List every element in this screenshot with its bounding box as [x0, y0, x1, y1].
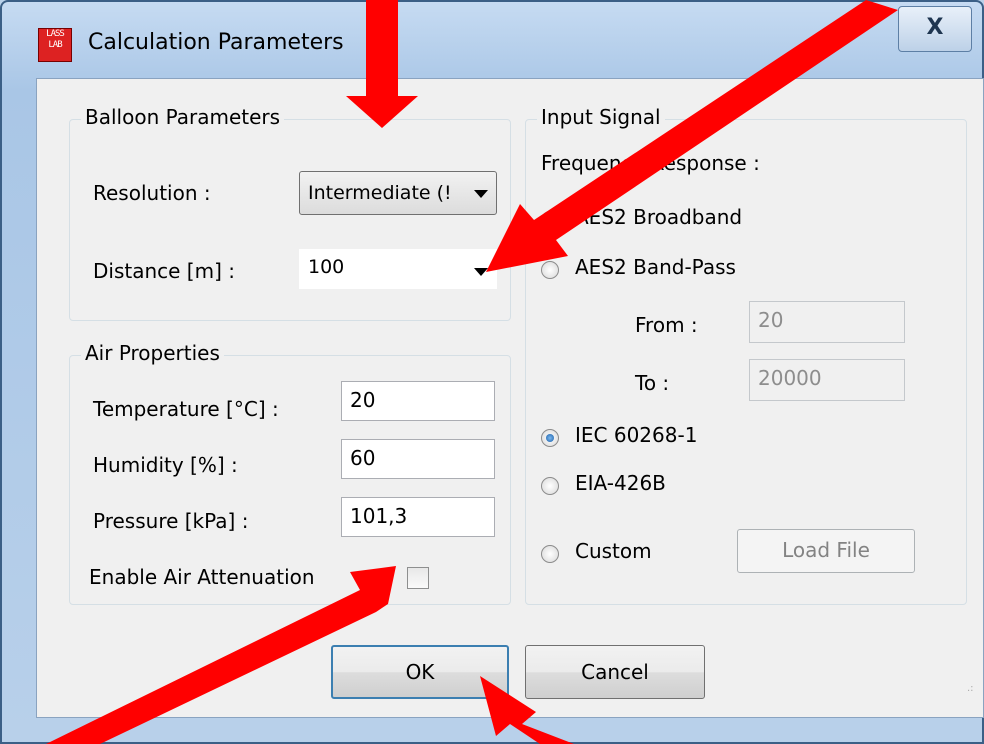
eia-426b-label[interactable]: EIA-426B — [575, 471, 666, 495]
chevron-down-icon — [474, 190, 488, 198]
radio-aes2-broadband[interactable] — [541, 211, 559, 229]
radio-aes2-band-pass[interactable] — [541, 261, 559, 279]
air-properties-title: Air Properties — [81, 341, 224, 365]
distance-value: 100 — [308, 256, 345, 278]
radio-iec-60268-1[interactable] — [541, 429, 559, 447]
temperature-label: Temperature [°C] : — [93, 397, 279, 421]
aes2-band-pass-label[interactable]: AES2 Band-Pass — [575, 255, 736, 279]
from-label: From : — [635, 313, 698, 337]
air-attenuation-checkbox[interactable] — [407, 567, 429, 589]
resolution-value: Intermediate (! — [308, 182, 452, 204]
to-label: To : — [635, 371, 670, 395]
frequency-response-label: Frequency Response : — [541, 151, 760, 175]
radio-custom[interactable] — [541, 545, 559, 563]
pressure-label: Pressure [kPa] : — [93, 509, 249, 533]
distance-label: Distance [m] : — [93, 259, 235, 283]
to-input[interactable]: 20000 — [749, 359, 905, 401]
window-title: Calculation Parameters — [88, 30, 344, 55]
humidity-label: Humidity [%] : — [93, 453, 238, 477]
balloon-parameters-title: Balloon Parameters — [81, 105, 285, 129]
distance-combobox[interactable]: 100 — [299, 249, 497, 289]
pressure-input[interactable]: 101,3 — [341, 497, 495, 537]
resize-grip-icon[interactable]: .: — [967, 683, 977, 694]
from-input[interactable]: 20 — [749, 301, 905, 343]
resolution-label: Resolution : — [93, 181, 211, 205]
dialog-client-area: Balloon Parameters Resolution : Intermed… — [36, 78, 984, 718]
radio-eia-426b[interactable] — [541, 477, 559, 495]
air-attenuation-label: Enable Air Attenuation — [89, 565, 315, 589]
balloon-parameters-group — [69, 119, 511, 321]
temperature-input[interactable]: 20 — [341, 381, 495, 421]
iec-60268-1-label[interactable]: IEC 60268-1 — [575, 423, 697, 447]
ok-button[interactable]: OK — [331, 645, 509, 699]
input-signal-title: Input Signal — [537, 105, 665, 129]
resolution-dropdown[interactable]: Intermediate (! — [299, 171, 497, 215]
close-button[interactable]: X — [898, 6, 972, 52]
aes2-broadband-label[interactable]: AES2 Broadband — [575, 205, 742, 229]
chevron-down-icon[interactable] — [474, 268, 488, 276]
cancel-button[interactable]: Cancel — [525, 645, 705, 699]
app-logo-icon: LASS LAB — [38, 28, 72, 62]
humidity-input[interactable]: 60 — [341, 439, 495, 479]
custom-label[interactable]: Custom — [575, 539, 652, 563]
load-file-button[interactable]: Load File — [737, 529, 915, 573]
